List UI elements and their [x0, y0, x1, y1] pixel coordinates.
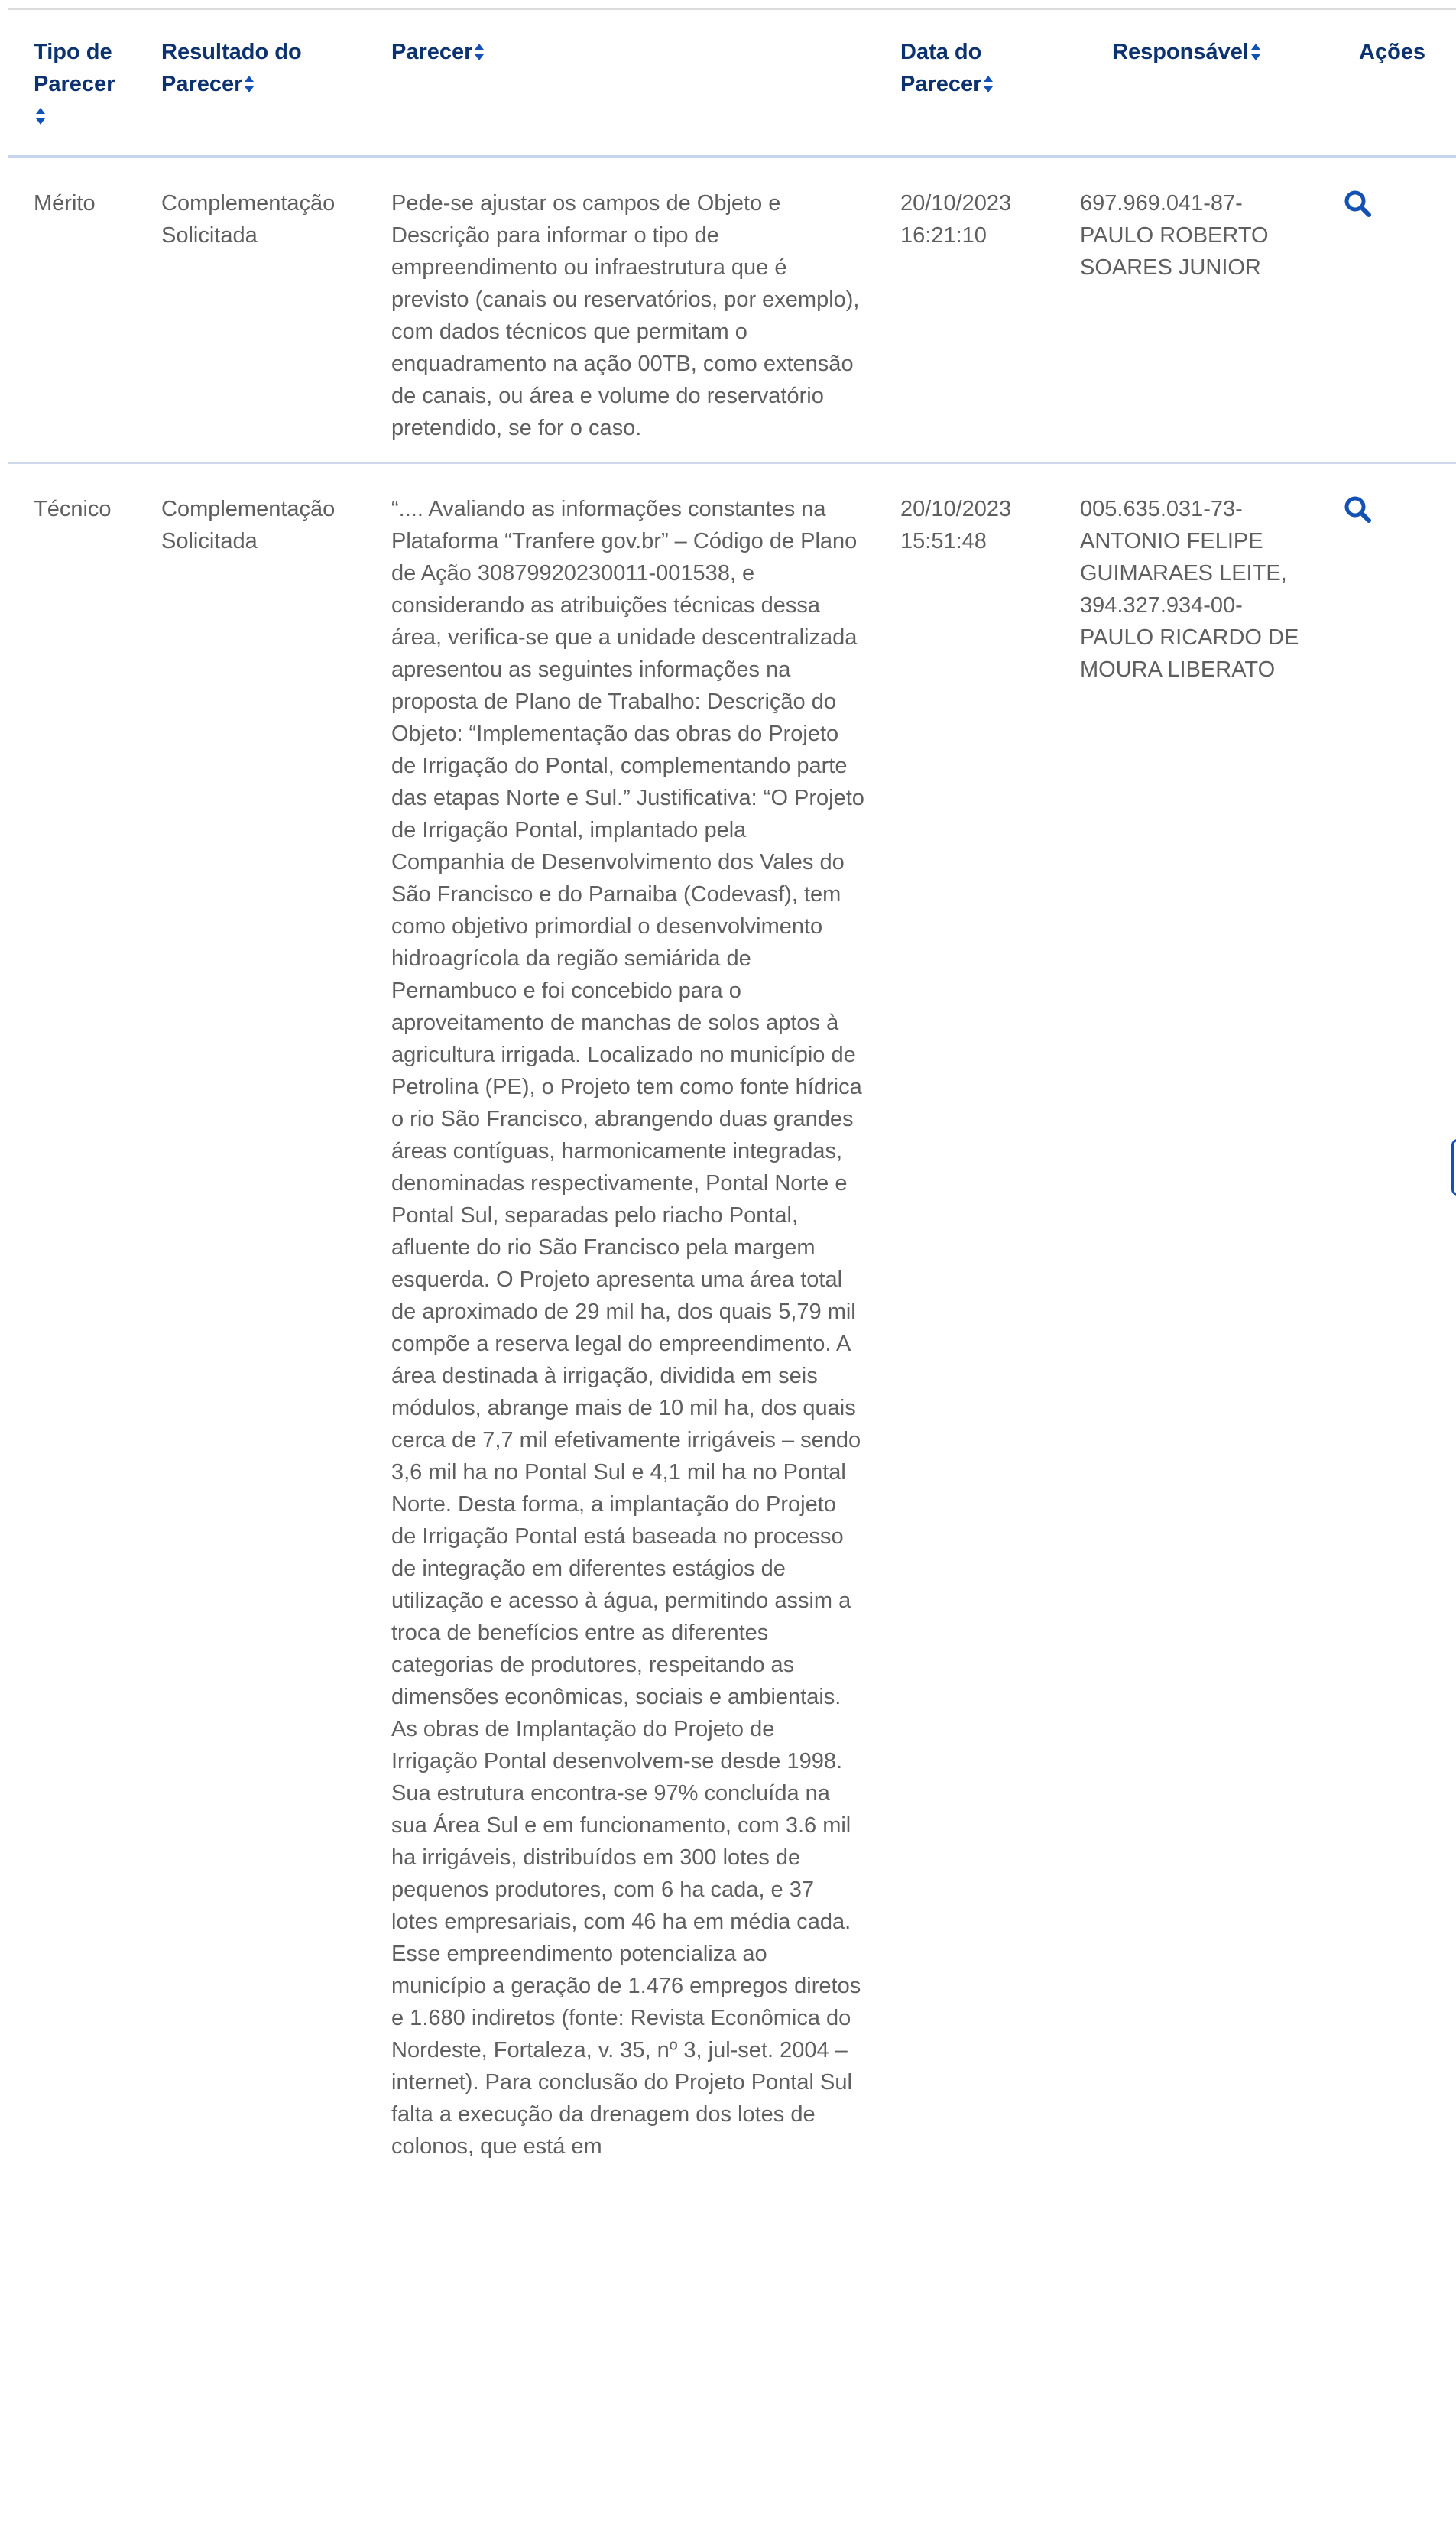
cell-data: 20/10/2023 15:51:48 — [900, 497, 1012, 553]
cell-resultado: Complementação Solicitada — [161, 497, 336, 553]
pareceres-table: Tipo de Parecer Resultado do Parecer Par… — [8, 10, 1456, 2528]
cell-data: 20/10/2023 16:21:10 — [900, 191, 1012, 248]
cell-responsavel: 697.969.041-87- PAULO ROBERTO SOARES JUN… — [1080, 191, 1269, 280]
sort-icon[interactable] — [244, 74, 255, 94]
header-responsavel-label: Responsável — [1112, 40, 1249, 64]
cell-resultado: Complementação Solicitada — [161, 191, 336, 248]
search-icon[interactable] — [1343, 189, 1373, 219]
sort-icon[interactable] — [35, 106, 46, 126]
table-row: Mérito Complementação Solicitada Pede-se… — [8, 158, 1456, 464]
header-acoes-label: Ações — [1359, 40, 1426, 64]
header-acoes: Ações — [1359, 36, 1451, 68]
table-header: Tipo de Parecer Resultado do Parecer Par… — [8, 10, 1456, 158]
cell-responsavel: 005.635.031-73- ANTONIO FELIPE GUIMARAES… — [1080, 497, 1299, 682]
cell-parecer: Pede-se ajustar os campos de Objeto e De… — [391, 191, 860, 440]
cell-acoes — [1343, 493, 1435, 534]
header-data-label: Data do Parecer — [900, 40, 982, 96]
side-panel-tab[interactable] — [1451, 1139, 1456, 1196]
header-parecer[interactable]: Parecer — [391, 36, 865, 68]
search-icon[interactable] — [1343, 495, 1373, 525]
sort-icon[interactable] — [474, 42, 485, 62]
header-resultado-do-parecer[interactable]: Resultado do Parecer — [161, 36, 314, 100]
header-responsavel[interactable]: Responsável — [1112, 36, 1311, 68]
sort-icon[interactable] — [1250, 42, 1261, 62]
header-data-do-parecer[interactable]: Data do Parecer — [900, 36, 1015, 100]
header-tipo-de-parecer[interactable]: Tipo de Parecer — [34, 36, 133, 132]
cell-tipo: Técnico — [34, 497, 112, 521]
cell-tipo: Mérito — [34, 191, 96, 216]
cell-parecer: “.... Avaliando as informações constante… — [391, 497, 864, 2159]
header-resultado-label: Resultado do Parecer — [161, 40, 302, 96]
header-parecer-label: Parecer — [391, 40, 473, 64]
sort-icon[interactable] — [983, 74, 994, 94]
table-row: Técnico Complementação Solicitada “.... … — [8, 464, 1456, 2528]
cell-acoes — [1343, 187, 1435, 229]
header-tipo-label: Tipo de Parecer — [34, 40, 115, 96]
